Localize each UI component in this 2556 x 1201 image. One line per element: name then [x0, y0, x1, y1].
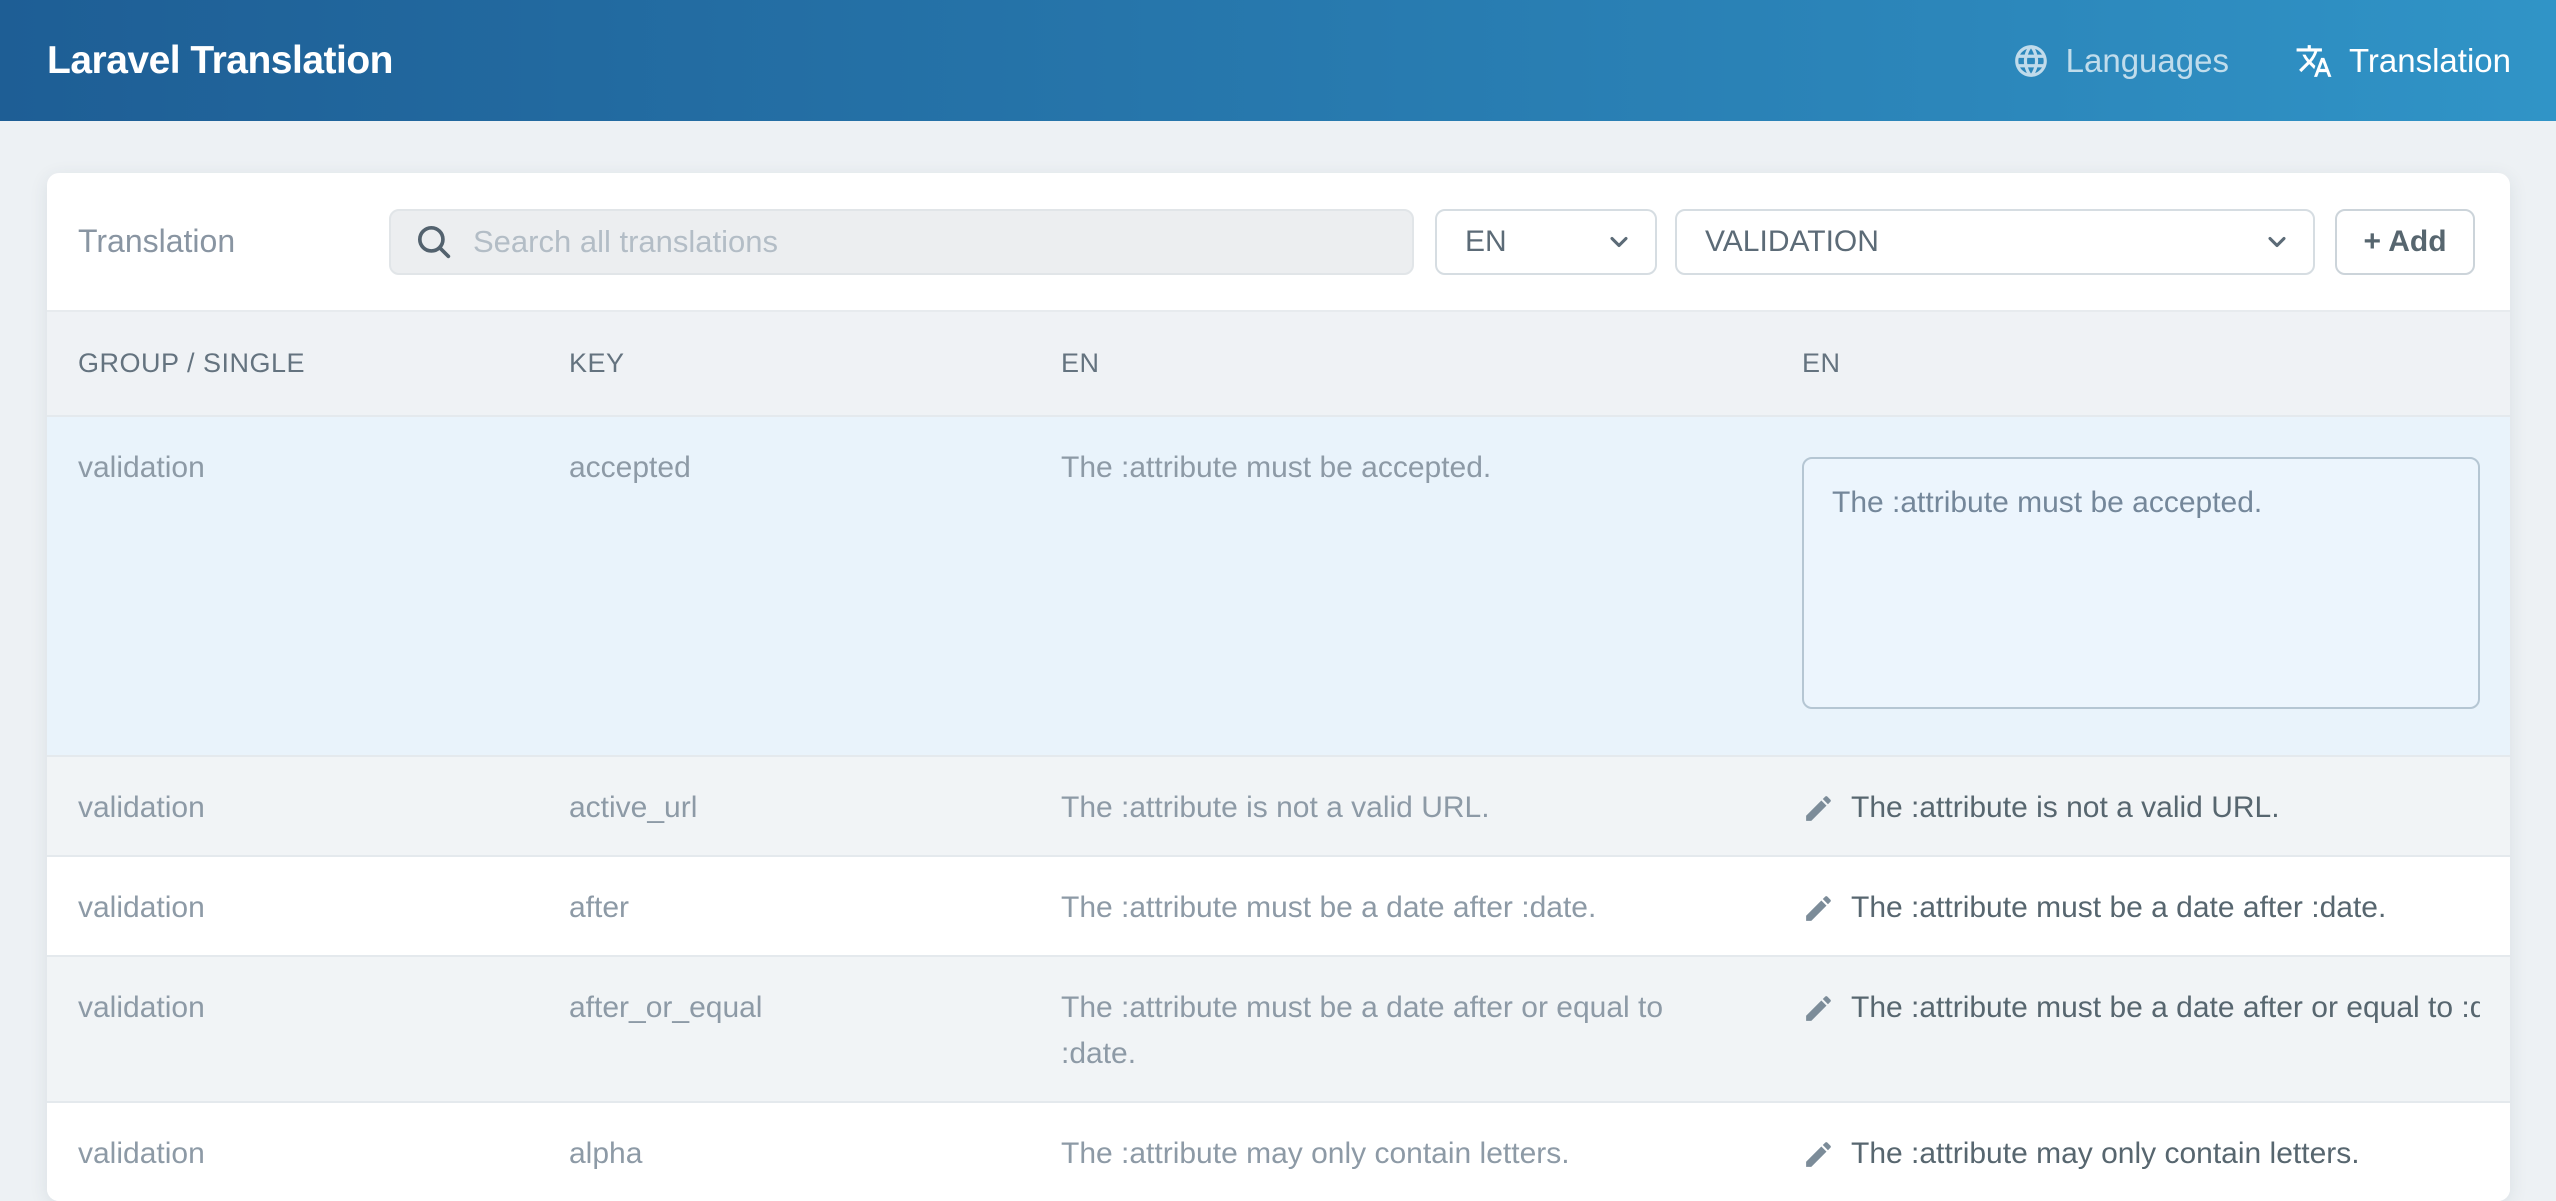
nav-label-languages: Languages [2066, 42, 2229, 80]
translations-table: GROUP / SINGLE KEY EN EN validation acce… [47, 310, 2510, 1201]
column-header-key: KEY [538, 311, 1030, 416]
locale-select-value: EN [1465, 225, 1507, 259]
translation-card: Translation EN VALIDATION + Add GROUP / … [47, 173, 2510, 1201]
translation-text: The :attribute is not a valid URL. [1851, 785, 2280, 831]
column-header-group: GROUP / SINGLE [47, 311, 538, 416]
cell-key: accepted [538, 416, 1030, 756]
cell-group: validation [47, 956, 538, 1102]
cell-translation[interactable]: The :attribute must be a date after :dat… [1802, 885, 2480, 931]
app-header: Laravel Translation Languages Translatio… [0, 0, 2556, 121]
cell-key: after [538, 856, 1030, 956]
cell-source-text: The :attribute must be a date after :dat… [1030, 856, 1771, 956]
cell-translation[interactable]: The :attribute may only contain letters. [1802, 1131, 2480, 1177]
cell-source-text: The :attribute must be accepted. [1030, 416, 1771, 756]
cell-source-text: The :attribute is not a valid URL. [1030, 756, 1771, 856]
page-body: Translation EN VALIDATION + Add GROUP / … [0, 121, 2556, 1201]
table-row: validation accepted The :attribute must … [47, 416, 2510, 756]
cell-group: validation [47, 756, 538, 856]
translation-text: The :attribute must be a date after or e… [1851, 985, 2480, 1031]
edit-pencil-icon[interactable] [1802, 892, 1835, 925]
nav-item-translation[interactable]: Translation [2295, 42, 2511, 80]
app-nav: Languages Translation [2012, 42, 2511, 80]
search-box [389, 209, 1414, 275]
edit-pencil-icon[interactable] [1802, 792, 1835, 825]
cell-group: validation [47, 856, 538, 956]
column-header-target-locale: EN [1771, 311, 2510, 416]
nav-item-languages[interactable]: Languages [2012, 42, 2229, 80]
group-select[interactable]: VALIDATION [1675, 209, 2315, 275]
chevron-down-icon [2263, 228, 2291, 256]
search-icon [413, 221, 455, 263]
cell-translation[interactable]: The :attribute is not a valid URL. [1802, 785, 2480, 831]
app-title: Laravel Translation [47, 39, 393, 83]
nav-label-translation: Translation [2349, 42, 2511, 80]
toolbar-title: Translation [78, 223, 389, 260]
edit-pencil-icon[interactable] [1802, 992, 1835, 1025]
add-button[interactable]: + Add [2335, 209, 2475, 275]
column-header-source-locale: EN [1030, 311, 1771, 416]
table-row: validation after_or_equal The :attribute… [47, 956, 2510, 1102]
table-row: validation alpha The :attribute may only… [47, 1102, 2510, 1201]
cell-source-text: The :attribute must be a date after or e… [1030, 956, 1771, 1102]
cell-group: validation [47, 416, 538, 756]
translate-icon [2295, 42, 2333, 80]
cell-translation[interactable]: The :attribute must be a date after or e… [1802, 985, 2480, 1031]
chevron-down-icon [1605, 228, 1633, 256]
translation-edit-textarea[interactable]: The :attribute must be accepted. [1802, 457, 2480, 709]
edit-pencil-icon[interactable] [1802, 1138, 1835, 1171]
table-row: validation after The :attribute must be … [47, 856, 2510, 956]
globe-icon [2012, 42, 2050, 80]
cell-group: validation [47, 1102, 538, 1201]
translation-text: The :attribute may only contain letters. [1851, 1131, 2360, 1177]
cell-key: after_or_equal [538, 956, 1030, 1102]
cell-source-text: The :attribute may only contain letters. [1030, 1102, 1771, 1201]
search-input[interactable] [471, 223, 1390, 261]
cell-key: active_url [538, 756, 1030, 856]
table-row: validation active_url The :attribute is … [47, 756, 2510, 856]
locale-select[interactable]: EN [1435, 209, 1657, 275]
toolbar: Translation EN VALIDATION + Add [47, 173, 2510, 310]
cell-key: alpha [538, 1102, 1030, 1201]
table-header: GROUP / SINGLE KEY EN EN [47, 311, 2510, 416]
translation-text: The :attribute must be a date after :dat… [1851, 885, 2386, 931]
group-select-value: VALIDATION [1705, 225, 1879, 259]
